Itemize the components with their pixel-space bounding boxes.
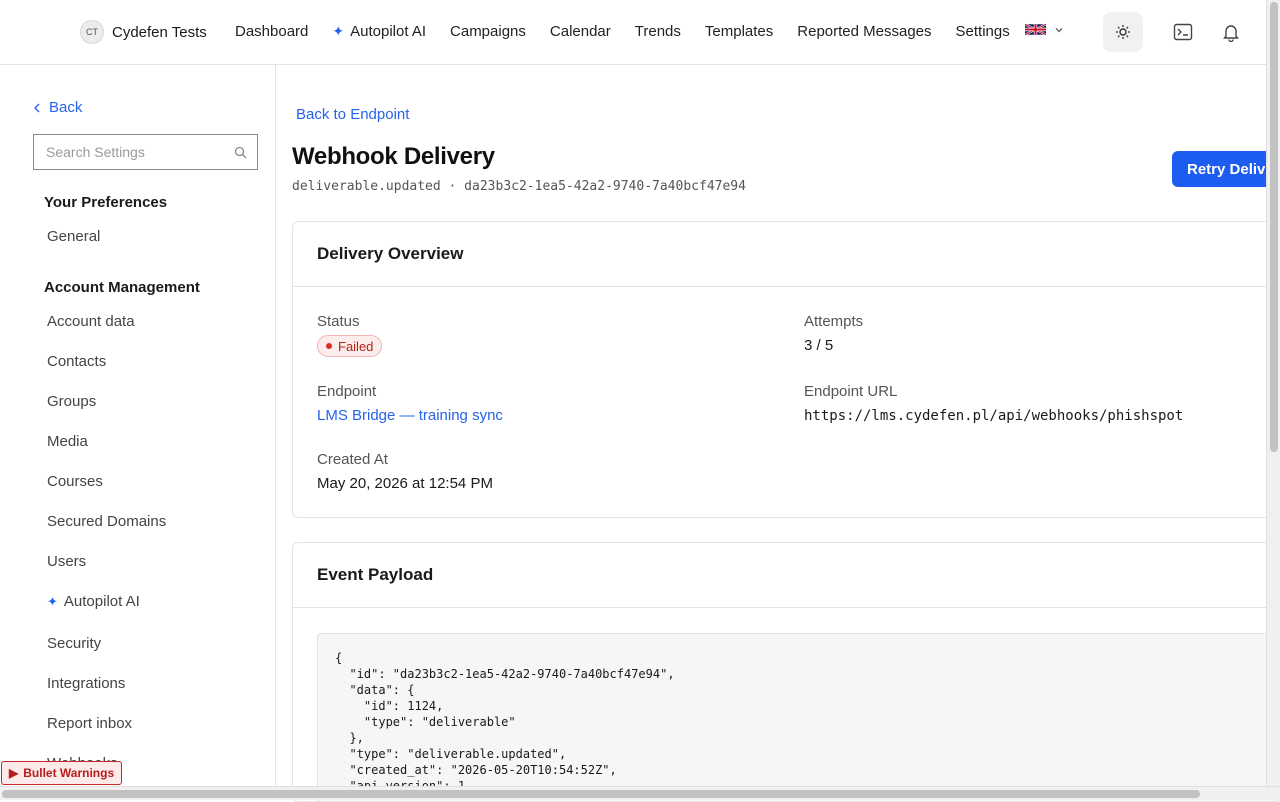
organization-switcher[interactable]: CT Cydefen Tests	[80, 20, 207, 44]
endpoint-url-value: https://lms.cydefen.pl/api/webhooks/phis…	[804, 408, 1184, 424]
search-input[interactable]	[34, 135, 224, 169]
sidebar-item-integrations[interactable]: Integrations	[47, 675, 125, 692]
sidebar-item-courses[interactable]: Courses	[47, 473, 103, 490]
delivery-overview-card: Delivery Overview Status Failed Attempts…	[292, 221, 1280, 518]
uk-flag-icon[interactable]	[1025, 22, 1046, 37]
horizontal-scroll-thumb[interactable]	[2, 790, 1200, 798]
triangle-right-icon: ▶	[9, 766, 19, 780]
search-icon	[234, 146, 247, 159]
created-at-label: Created At	[317, 451, 388, 468]
endpoint-label: Endpoint	[317, 383, 377, 400]
nav-reported-messages[interactable]: Reported Messages	[797, 23, 931, 40]
sidebar-item-report-inbox[interactable]: Report inbox	[47, 715, 132, 732]
sidebar-item-general[interactable]: General	[47, 228, 100, 245]
nav-trends[interactable]: Trends	[635, 23, 681, 40]
top-navigation-bar: CT Cydefen Tests Dashboard ✦ Autopilot AI…	[0, 0, 1266, 65]
nav-dashboard[interactable]: Dashboard	[235, 23, 308, 40]
org-name: Cydefen Tests	[112, 23, 207, 41]
sidebar-item-media[interactable]: Media	[47, 433, 88, 450]
bell-icon	[1223, 25, 1239, 42]
chevron-down-icon[interactable]	[1054, 25, 1064, 35]
theme-toggle-button[interactable]	[1103, 12, 1143, 52]
nav-campaigns[interactable]: Campaigns	[450, 23, 526, 40]
status-badge: Failed	[317, 335, 383, 357]
card-heading: Event Payload	[293, 543, 1280, 608]
sparkle-icon: ✦	[332, 23, 345, 39]
endpoint-url-label: Endpoint URL	[804, 383, 898, 400]
event-payload-card: Event Payload { "id": "da23b3c2-1ea5-42a…	[292, 542, 1280, 802]
status-dot-icon	[326, 343, 332, 349]
chevron-left-icon	[34, 103, 40, 112]
sidebar-item-contacts[interactable]: Contacts	[47, 353, 106, 370]
page-title: Webhook Delivery	[292, 143, 495, 170]
card-heading: Delivery Overview	[293, 222, 1280, 287]
sidebar-item-secured-domains[interactable]: Secured Domains	[47, 513, 166, 530]
sidebar-item-groups[interactable]: Groups	[47, 393, 96, 410]
sun-icon	[1116, 25, 1130, 39]
org-avatar: CT	[80, 20, 104, 44]
retry-delivery-button[interactable]: Retry Delive	[1172, 151, 1280, 187]
sidebar-item-account-data[interactable]: Account data	[47, 313, 135, 330]
section-title-account-management: Account Management	[44, 279, 200, 296]
nav-autopilot-ai[interactable]: ✦ Autopilot AI	[332, 23, 426, 40]
nav-settings[interactable]: Settings	[956, 23, 1010, 40]
sparkle-icon: ✦	[47, 593, 58, 609]
created-at-value: May 20, 2026 at 12:54 PM	[317, 475, 493, 492]
main-nav: Dashboard ✦ Autopilot AI Campaigns Calend…	[235, 23, 1010, 40]
vertical-scroll-thumb[interactable]	[1270, 2, 1278, 452]
terminal-icon	[1173, 23, 1193, 41]
bullet-warnings-badge[interactable]: ▶ Bullet Warnings	[1, 761, 123, 785]
payload-code-block: { "id": "da23b3c2-1ea5-42a2-9740-7a40bcf…	[317, 633, 1277, 801]
nav-templates[interactable]: Templates	[705, 23, 773, 40]
endpoint-link[interactable]: LMS Bridge — training sync	[317, 407, 503, 424]
vertical-scrollbar[interactable]	[1266, 0, 1280, 786]
section-title-preferences: Your Preferences	[44, 194, 168, 211]
attempts-value: 3 / 5	[804, 337, 834, 354]
attempts-label: Attempts	[804, 313, 864, 330]
nav-calendar[interactable]: Calendar	[550, 23, 611, 40]
notifications-button[interactable]	[1215, 16, 1247, 48]
sidebar-item-autopilot-ai[interactable]: ✦ Autopilot AI	[47, 593, 140, 610]
settings-sidebar: Back Your Preferences General Account Ma…	[0, 65, 276, 800]
delivery-subtitle: deliverable.updated · da23b3c2-1ea5-42a2…	[292, 179, 746, 194]
back-link[interactable]: Back	[33, 99, 82, 116]
back-to-endpoint-link[interactable]: Back to Endpoint	[296, 106, 409, 123]
search-settings-field[interactable]	[33, 134, 258, 170]
status-label: Status	[317, 313, 360, 330]
horizontal-scrollbar[interactable]	[0, 786, 1280, 800]
sidebar-item-users[interactable]: Users	[47, 553, 86, 570]
payload-json: { "id": "da23b3c2-1ea5-42a2-9740-7a40bcf…	[335, 651, 675, 793]
sidebar-item-security[interactable]: Security	[47, 635, 101, 652]
console-button[interactable]	[1167, 16, 1199, 48]
